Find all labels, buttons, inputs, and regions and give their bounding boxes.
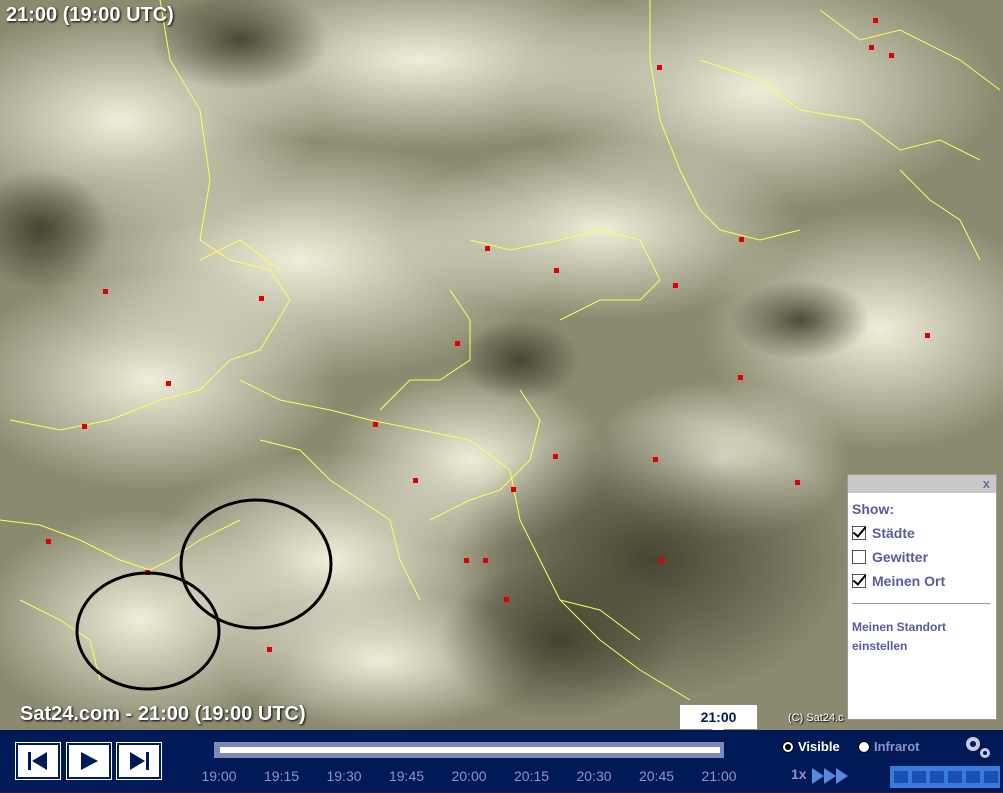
timeline-progress <box>220 747 720 753</box>
option-staedte[interactable]: Städte <box>852 525 996 541</box>
last-frame-button[interactable] <box>116 742 162 780</box>
show-label: Show: <box>852 501 894 517</box>
speed-label: 1x <box>791 766 807 782</box>
play-icon <box>81 752 98 770</box>
panel-divider <box>852 603 990 604</box>
option-label: Meinen Ort <box>872 573 946 589</box>
radio-visible[interactable]: Visible <box>782 739 840 754</box>
brand-timestamp: Sat24.com - 21:00 (19:00 UTC) <box>20 703 306 725</box>
control-bar: 19:00 19:15 19:30 19:45 20:00 20:15 20:30 20:45… <box>0 730 1003 792</box>
checkbox-staedte[interactable] <box>852 526 866 540</box>
radio-label: Infrarot <box>874 739 920 754</box>
timeline-tick[interactable]: 21:00 <box>701 768 736 784</box>
radio-label: Visible <box>798 739 840 754</box>
filmstrip-icon <box>890 766 1000 788</box>
timeline-tick[interactable]: 19:15 <box>264 768 299 784</box>
panel-titlebar: x <box>848 475 996 493</box>
timestamp-top: 21:00 (19:00 UTC) <box>6 4 174 26</box>
gear-icon[interactable] <box>963 734 993 760</box>
radio-button[interactable] <box>858 740 870 753</box>
fast-forward-icon[interactable] <box>812 766 852 786</box>
close-icon[interactable]: x <box>983 476 990 491</box>
radio-infrarot[interactable]: Infrarot <box>858 739 920 754</box>
timeline-tick[interactable]: 20:15 <box>514 768 549 784</box>
overlay-panel: x Show: Städte Gewitter Meinen Ort Meine… <box>847 474 997 720</box>
skip-back-icon <box>28 752 47 770</box>
checkbox-meinen-ort[interactable] <box>852 574 866 588</box>
first-frame-button[interactable] <box>15 742 61 780</box>
timeline-tick[interactable]: 19:45 <box>389 768 424 784</box>
set-location-link[interactable]: Meinen Standort einstellen <box>852 618 992 656</box>
option-label: Gewitter <box>872 549 929 565</box>
timeline-slider[interactable] <box>214 742 724 758</box>
option-gewitter[interactable]: Gewitter <box>852 549 996 565</box>
copyright: (C) Sat24.c <box>788 712 844 724</box>
current-time-label: 21:00 <box>680 705 757 737</box>
play-button[interactable] <box>66 742 112 780</box>
timeline-tick[interactable]: 19:30 <box>326 768 361 784</box>
skip-forward-icon <box>130 752 149 770</box>
checkbox-gewitter[interactable] <box>852 550 866 564</box>
radio-button[interactable] <box>782 740 794 753</box>
timeline-tick[interactable]: 20:45 <box>639 768 674 784</box>
timeline-tick[interactable]: 20:00 <box>451 768 486 784</box>
timeline-tick[interactable]: 19:00 <box>201 768 236 784</box>
option-meinen-ort[interactable]: Meinen Ort <box>852 573 996 589</box>
option-label: Städte <box>872 525 915 541</box>
timeline-tick[interactable]: 20:30 <box>576 768 611 784</box>
